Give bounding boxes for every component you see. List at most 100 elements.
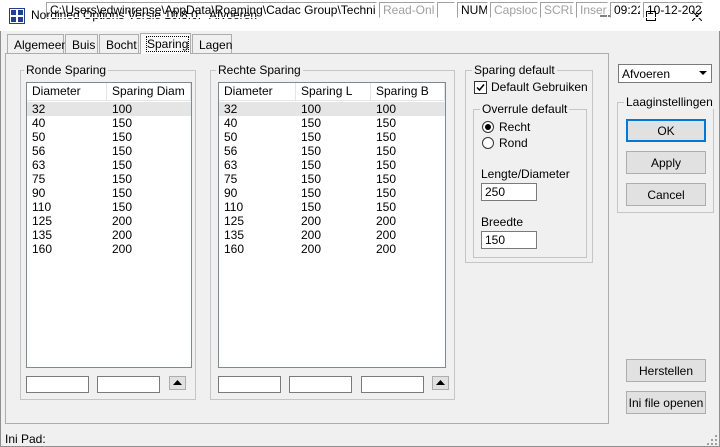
time-display: 09:22 bbox=[610, 2, 641, 18]
table-row[interactable]: 90 150 bbox=[27, 186, 191, 200]
ronde-sparing-input[interactable] bbox=[97, 376, 160, 393]
table-cell: 100 bbox=[112, 102, 133, 116]
sparing-default-title: Sparing default bbox=[472, 63, 557, 77]
table-cell: 200 bbox=[301, 228, 322, 242]
table-row[interactable]: 125 200 200 bbox=[219, 214, 445, 228]
date-display: 10-12-2020 bbox=[643, 2, 703, 18]
radio-recht[interactable] bbox=[482, 121, 494, 133]
rechte-sparing-b-input[interactable] bbox=[361, 376, 424, 393]
lengte-diameter-input[interactable]: 250 bbox=[481, 183, 537, 201]
table-cell: 75 bbox=[224, 172, 238, 186]
layer-select[interactable]: Afvoeren bbox=[618, 64, 712, 83]
table-cell: 32 bbox=[224, 102, 238, 116]
table-row[interactable]: 160 200 bbox=[27, 242, 191, 256]
list-header: Diameter Sparing L Sparing B bbox=[219, 83, 445, 101]
table-row[interactable]: 135 200 200 bbox=[219, 228, 445, 242]
table-row[interactable]: 75 150 bbox=[27, 172, 191, 186]
table-row[interactable]: 135 200 bbox=[27, 228, 191, 242]
table-cell: 135 bbox=[224, 228, 245, 242]
table-cell: 150 bbox=[301, 200, 322, 214]
tab-lagen[interactable]: Lagen bbox=[192, 34, 232, 53]
tab-label: Buis bbox=[72, 38, 96, 52]
table-row[interactable]: 40 150 bbox=[27, 116, 191, 130]
ok-button[interactable]: OK bbox=[626, 119, 706, 142]
table-row[interactable]: 56 150 150 bbox=[219, 144, 445, 158]
lengte-diameter-label: Lengte/Diameter bbox=[481, 167, 570, 181]
table-cell: 100 bbox=[376, 102, 397, 116]
ronde-diameter-input[interactable] bbox=[26, 376, 89, 393]
num-indicator: NUM bbox=[457, 2, 488, 18]
resize-grip-icon[interactable] bbox=[706, 434, 718, 446]
tab-sparing[interactable]: Sparing bbox=[140, 33, 191, 54]
table-cell: 150 bbox=[376, 144, 397, 158]
radio-rond-label: Rond bbox=[499, 136, 528, 150]
table-cell: 90 bbox=[32, 186, 46, 200]
ini-pad-label: Ini Pad: bbox=[5, 432, 46, 446]
ini-file-openen-button[interactable]: Ini file openen bbox=[626, 391, 706, 414]
table-row[interactable]: 110 150 150 bbox=[219, 200, 445, 214]
table-cell: 125 bbox=[32, 214, 53, 228]
ronde-sparing-list[interactable]: Diameter Sparing Diam 32 100 40 150 50 150 56 1… bbox=[26, 82, 192, 368]
table-cell: 200 bbox=[301, 214, 322, 228]
rechte-add-button[interactable] bbox=[432, 376, 449, 390]
arrow-up-icon bbox=[436, 380, 445, 385]
capslock-indicator: Capslock bbox=[490, 2, 538, 18]
table-row[interactable]: 32 100 100 bbox=[219, 102, 445, 116]
cancel-button[interactable]: Cancel bbox=[626, 183, 706, 206]
table-row[interactable]: 63 150 bbox=[27, 158, 191, 172]
rechte-sparing-l-input[interactable] bbox=[289, 376, 352, 393]
table-row[interactable]: 63 150 150 bbox=[219, 158, 445, 172]
table-row[interactable]: 56 150 bbox=[27, 144, 191, 158]
table-cell: 150 bbox=[112, 172, 133, 186]
table-row[interactable]: 90 150 150 bbox=[219, 186, 445, 200]
rechte-sparing-list[interactable]: Diameter Sparing L Sparing B 32 100 100 40 1… bbox=[218, 82, 446, 368]
table-cell: 150 bbox=[112, 186, 133, 200]
table-row[interactable]: 50 150 150 bbox=[219, 130, 445, 144]
column-header-sparing-l[interactable]: Sparing L bbox=[296, 83, 371, 101]
breedte-input[interactable]: 150 bbox=[481, 231, 537, 249]
table-cell: 150 bbox=[376, 186, 397, 200]
tab-label: Lagen bbox=[199, 38, 233, 52]
table-cell: 56 bbox=[32, 144, 46, 158]
table-cell: 160 bbox=[32, 242, 53, 256]
table-row[interactable]: 50 150 bbox=[27, 130, 191, 144]
table-row[interactable]: 32 100 bbox=[27, 102, 191, 116]
list-header: Diameter Sparing Diam bbox=[27, 83, 191, 101]
table-cell: 150 bbox=[301, 158, 322, 172]
tab-bocht[interactable]: Bocht bbox=[99, 34, 139, 53]
ronde-add-button[interactable] bbox=[169, 376, 186, 390]
layer-select-value: Afvoeren bbox=[622, 67, 671, 81]
table-row[interactable]: 40 150 150 bbox=[219, 116, 445, 130]
table-cell: 200 bbox=[376, 242, 397, 256]
readonly-indicator: Read-Only bbox=[379, 2, 435, 18]
tab-label: Algemeen bbox=[14, 38, 69, 52]
table-cell: 90 bbox=[224, 186, 238, 200]
tab-algemeen[interactable]: Algemeen bbox=[7, 34, 68, 53]
column-header-sparing-diam[interactable]: Sparing Diam bbox=[107, 83, 191, 101]
overrule-default-title: Overrule default bbox=[480, 102, 570, 116]
table-cell: 50 bbox=[224, 130, 238, 144]
tab-buis[interactable]: Buis bbox=[65, 34, 98, 53]
table-row[interactable]: 75 150 150 bbox=[219, 172, 445, 186]
table-cell: 150 bbox=[112, 144, 133, 158]
status-empty-pane bbox=[437, 2, 455, 18]
table-row[interactable]: 125 200 bbox=[27, 214, 191, 228]
radio-rond[interactable] bbox=[482, 137, 494, 149]
default-gebruiken-checkbox[interactable] bbox=[474, 81, 487, 94]
radio-selected-dot bbox=[485, 124, 491, 130]
table-row[interactable]: 110 150 bbox=[27, 200, 191, 214]
column-header-sparing-b[interactable]: Sparing B bbox=[371, 83, 445, 101]
scrl-indicator: SCRL bbox=[540, 2, 574, 18]
table-cell: 150 bbox=[376, 116, 397, 130]
column-header-diameter[interactable]: Diameter bbox=[27, 83, 107, 101]
table-row[interactable]: 160 200 200 bbox=[219, 242, 445, 256]
layer-select-dropdown[interactable] bbox=[695, 66, 710, 81]
ini-path-display: C:\Users\edwinrense\AppData\Roaming\Cada… bbox=[46, 2, 377, 18]
column-header-diameter[interactable]: Diameter bbox=[219, 83, 296, 101]
rechte-diameter-input[interactable] bbox=[218, 376, 281, 393]
table-cell: 150 bbox=[376, 172, 397, 186]
table-cell: 40 bbox=[32, 116, 46, 130]
apply-button[interactable]: Apply bbox=[626, 151, 706, 174]
table-cell: 150 bbox=[376, 200, 397, 214]
herstellen-button[interactable]: Herstellen bbox=[626, 359, 706, 382]
